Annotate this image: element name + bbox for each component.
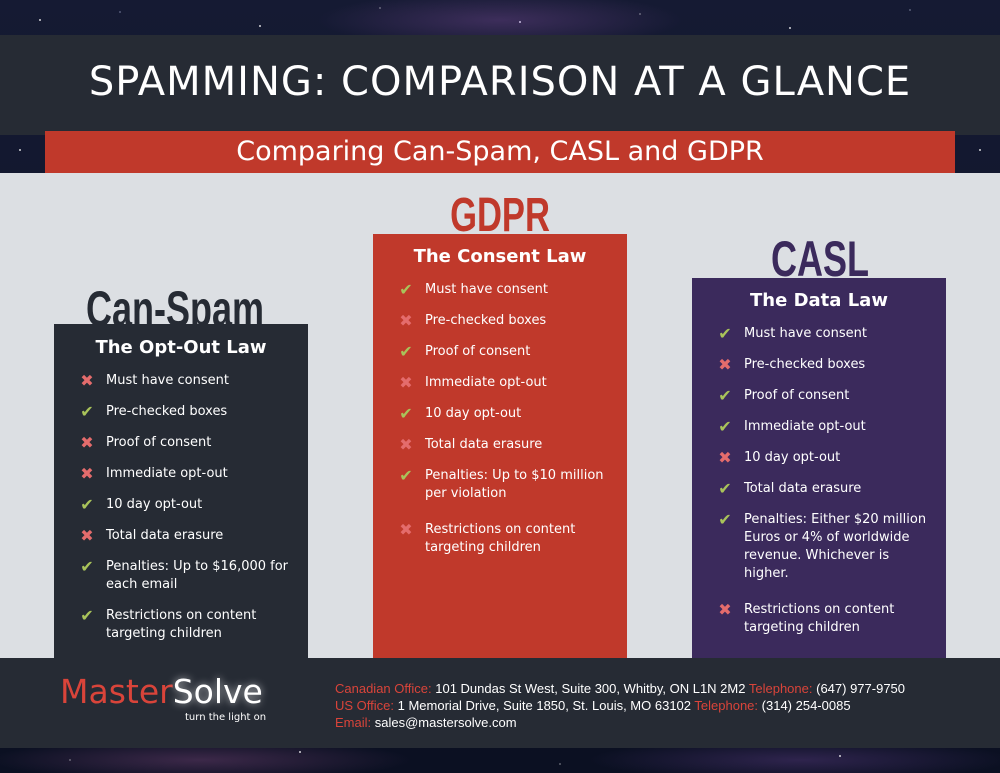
list-item: ✖ Restrictions on content targeting child…: [706, 601, 936, 637]
canadian-office-line: Canadian Office: 101 Dundas St West, Sui…: [335, 681, 906, 696]
list-item: ✖ Total data erasure: [68, 527, 298, 545]
list-item: ✖ Pre-checked boxes: [706, 356, 936, 374]
check-icon: ✔: [399, 404, 413, 423]
check-icon: ✔: [80, 402, 94, 421]
check-icon: ✔: [718, 510, 732, 529]
list-item: ✖ 10 day opt-out: [706, 449, 936, 467]
check-icon: ✔: [399, 280, 413, 299]
check-icon: ✔: [399, 342, 413, 361]
page-subtitle: Comparing Can-Spam, CASL and GDPR: [236, 136, 764, 167]
list-item: ✖ Proof of consent: [68, 434, 298, 452]
check-icon: ✔: [718, 386, 732, 405]
law-name-gdpr: GDPR: [450, 189, 550, 242]
check-icon: ✔: [80, 557, 94, 576]
check-icon: ✔: [399, 466, 413, 485]
list-item: ✔ Restrictions on content targeting child…: [68, 607, 298, 643]
cross-icon: ✖: [80, 526, 94, 545]
cross-icon: ✖: [399, 520, 413, 539]
list-item: ✔ Proof of consent: [387, 343, 617, 361]
cross-icon: ✖: [718, 355, 732, 374]
card-subtitle: The Opt-Out Law: [95, 337, 267, 358]
email-line: Email: sales@mastersolve.com: [335, 715, 517, 730]
list-item: ✔ Must have consent: [706, 325, 936, 343]
cross-icon: ✖: [718, 448, 732, 467]
card-casl: The Data Law ✔ Must have consent ✖ Pre-che…: [692, 278, 946, 658]
check-icon: ✔: [718, 417, 732, 436]
list-item: ✔ Total data erasure: [706, 480, 936, 498]
card-subtitle: The Data Law: [750, 290, 888, 311]
list-item: ✔ Pre-checked boxes: [68, 403, 298, 421]
list-item: ✔ Proof of consent: [706, 387, 936, 405]
list-item: ✔ Penalties: Up to $10 million per violat…: [387, 467, 617, 503]
logo-tagline: turn the light on: [185, 712, 267, 723]
contact-info: Canadian Office: 101 Dundas St West, Sui…: [335, 680, 995, 731]
card-gdpr: The Consent Law ✔ Must have consent ✖ Pre-…: [373, 234, 627, 658]
logo-solve-text: Solve: [172, 672, 263, 711]
list-item: ✖ Must have consent: [68, 372, 298, 390]
list-item: ✖ Immediate opt-out: [387, 374, 617, 392]
check-icon: ✔: [80, 606, 94, 625]
logo-master-text: Master: [60, 672, 173, 711]
us-phone[interactable]: (314) 254-0085: [762, 698, 851, 713]
list-item: ✖ Total data erasure: [387, 436, 617, 454]
check-icon: ✔: [718, 479, 732, 498]
cross-icon: ✖: [399, 435, 413, 454]
law-name-casl: CASL: [770, 231, 869, 287]
list-item: ✔ 10 day opt-out: [387, 405, 617, 423]
cross-icon: ✖: [80, 464, 94, 483]
list-item: ✔ Immediate opt-out: [706, 418, 936, 436]
card-can-spam: The Opt-Out Law ✖ Must have consent ✔ Pre-…: [54, 324, 308, 658]
card-subtitle: The Consent Law: [413, 246, 587, 267]
check-icon: ✔: [718, 324, 732, 343]
email-link[interactable]: sales@mastersolve.com: [375, 715, 517, 730]
cross-icon: ✖: [718, 600, 732, 619]
list-item: ✖ Pre-checked boxes: [387, 312, 617, 330]
list-item: ✔ 10 day opt-out: [68, 496, 298, 514]
list-item: ✔ Penalties: Up to $16,000 for each email: [68, 558, 298, 594]
mastersolve-logo: MasterSolve turn the light on: [60, 672, 300, 724]
list-item: ✖ Restrictions on content targeting child…: [387, 521, 617, 557]
check-icon: ✔: [80, 495, 94, 514]
cross-icon: ✖: [80, 433, 94, 452]
list-item: ✖ Immediate opt-out: [68, 465, 298, 483]
us-office-line: US Office: 1 Memorial Drive, Suite 1850,…: [335, 698, 851, 713]
list-item: ✔ Must have consent: [387, 281, 617, 299]
cross-icon: ✖: [399, 311, 413, 330]
cross-icon: ✖: [80, 371, 94, 390]
cross-icon: ✖: [399, 373, 413, 392]
list-item: ✔ Penalties: Either $20 million Euros or …: [706, 511, 936, 583]
canadian-phone[interactable]: (647) 977-9750: [816, 681, 905, 696]
page-title: SPAMMING: COMPARISON AT A GLANCE: [88, 59, 912, 105]
